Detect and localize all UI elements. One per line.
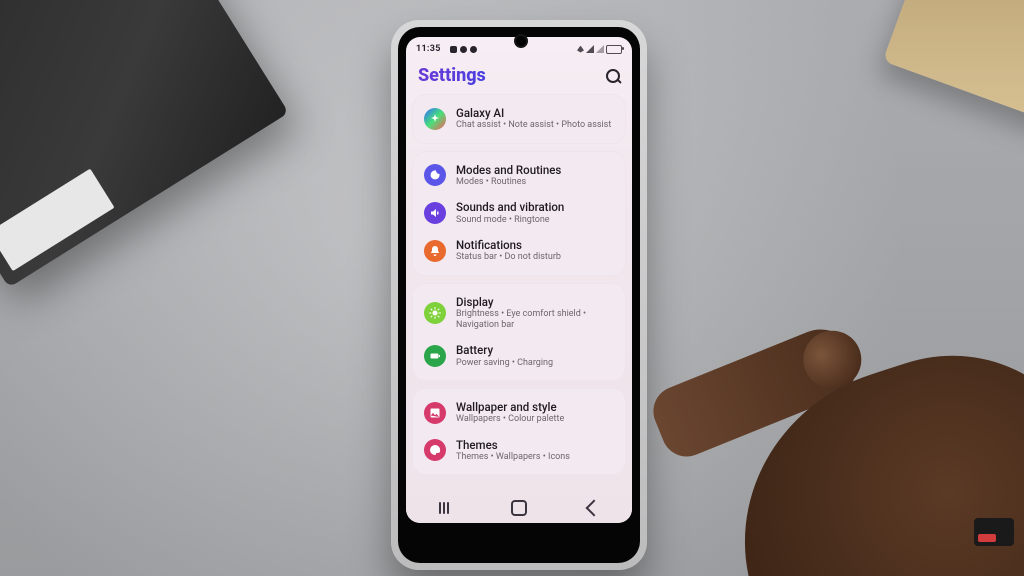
phone-screen: 11:35 Settings — [406, 37, 632, 523]
settings-item-title: Modes and Routines — [456, 163, 561, 177]
back-button[interactable] — [585, 499, 603, 517]
phone-frame: 11:35 Settings — [391, 20, 647, 570]
settings-item-subtitle: Themes • Wallpapers • Icons — [456, 452, 570, 463]
page-title: Settings — [418, 65, 486, 86]
home-button[interactable] — [510, 499, 528, 517]
settings-item-themes[interactable]: ThemesThemes • Wallpapers • Icons — [416, 432, 622, 470]
phone-bezel: 11:35 Settings — [398, 27, 640, 563]
settings-item-subtitle: Power saving • Charging — [456, 358, 553, 369]
modes-icon — [424, 164, 446, 186]
settings-item-title: Notifications — [456, 238, 561, 252]
settings-header: Settings — [406, 59, 632, 94]
wifi-icon — [577, 46, 584, 53]
settings-group: Wallpaper and styleWallpapers • Colour p… — [412, 388, 626, 475]
sd-card-prop — [974, 518, 1014, 546]
wallpaper-icon — [424, 402, 446, 424]
themes-icon — [424, 439, 446, 461]
status-time: 11:35 — [416, 44, 441, 54]
battery-icon — [606, 45, 622, 54]
settings-item-subtitle: Wallpapers • Colour palette — [456, 414, 564, 425]
settings-group: Modes and RoutinesModes • Routines Sounds… — [412, 151, 626, 276]
battery-setting-icon — [424, 345, 446, 367]
settings-item-sounds-vibration[interactable]: Sounds and vibrationSound mode • Rington… — [416, 194, 622, 232]
hand — [644, 236, 1024, 576]
signal-icon — [596, 45, 604, 53]
top-right-prop — [883, 0, 1024, 129]
settings-item-display[interactable]: DisplayBrightness • Eye comfort shield •… — [416, 289, 622, 338]
settings-item-labels: DisplayBrightness • Eye comfort shield •… — [456, 295, 614, 332]
recents-button[interactable] — [435, 499, 453, 517]
settings-group: DisplayBrightness • Eye comfort shield •… — [412, 283, 626, 382]
settings-item-labels: Wallpaper and styleWallpapers • Colour p… — [456, 400, 564, 426]
notif-dot-icon — [470, 46, 477, 53]
settings-item-labels: Sounds and vibrationSound mode • Rington… — [456, 200, 564, 226]
settings-item-notifications[interactable]: NotificationsStatus bar • Do not disturb — [416, 232, 622, 270]
navigation-bar — [406, 493, 632, 523]
product-box-sticker — [0, 169, 115, 272]
camera-punchhole — [514, 34, 528, 48]
ai-icon — [424, 108, 446, 130]
desk-scene: Galaxy S25 Ultra 11:35 — [0, 0, 1024, 576]
status-left-icons — [450, 46, 477, 53]
settings-item-modes-routines[interactable]: Modes and RoutinesModes • Routines — [416, 157, 622, 195]
bell-icon — [424, 240, 446, 262]
settings-item-title: Battery — [456, 343, 553, 357]
settings-item-labels: BatteryPower saving • Charging — [456, 343, 553, 369]
settings-item-title: Themes — [456, 438, 570, 452]
settings-list[interactable]: Galaxy AIChat assist • Note assist • Pho… — [406, 94, 632, 475]
settings-item-title: Display — [456, 295, 614, 309]
settings-item-subtitle: Brightness • Eye comfort shield • Naviga… — [456, 309, 614, 332]
settings-item-title: Sounds and vibration — [456, 200, 564, 214]
status-right-icons — [577, 45, 622, 54]
settings-item-labels: ThemesThemes • Wallpapers • Icons — [456, 438, 570, 464]
sound-icon — [424, 202, 446, 224]
settings-item-labels: Modes and RoutinesModes • Routines — [456, 163, 561, 189]
settings-group: Galaxy AIChat assist • Note assist • Pho… — [412, 94, 626, 144]
settings-item-battery[interactable]: BatteryPower saving • Charging — [416, 337, 622, 375]
settings-item-labels: Galaxy AIChat assist • Note assist • Pho… — [456, 106, 611, 132]
settings-item-wallpaper-style[interactable]: Wallpaper and styleWallpapers • Colour p… — [416, 394, 622, 432]
signal-icon — [586, 45, 594, 53]
settings-item-title: Galaxy AI — [456, 106, 611, 120]
settings-item-subtitle: Sound mode • Ringtone — [456, 215, 564, 226]
settings-item-subtitle: Modes • Routines — [456, 177, 561, 188]
notif-dot-icon — [450, 46, 457, 53]
product-box: Galaxy S25 Ultra — [0, 0, 289, 288]
settings-item-labels: NotificationsStatus bar • Do not disturb — [456, 238, 561, 264]
settings-item-galaxy-ai[interactable]: Galaxy AIChat assist • Note assist • Pho… — [416, 100, 622, 138]
settings-item-title: Wallpaper and style — [456, 400, 564, 414]
settings-item-subtitle: Status bar • Do not disturb — [456, 252, 561, 263]
settings-item-subtitle: Chat assist • Note assist • Photo assist — [456, 120, 611, 131]
display-icon — [424, 302, 446, 324]
search-icon[interactable] — [606, 69, 620, 83]
notif-dot-icon — [460, 46, 467, 53]
